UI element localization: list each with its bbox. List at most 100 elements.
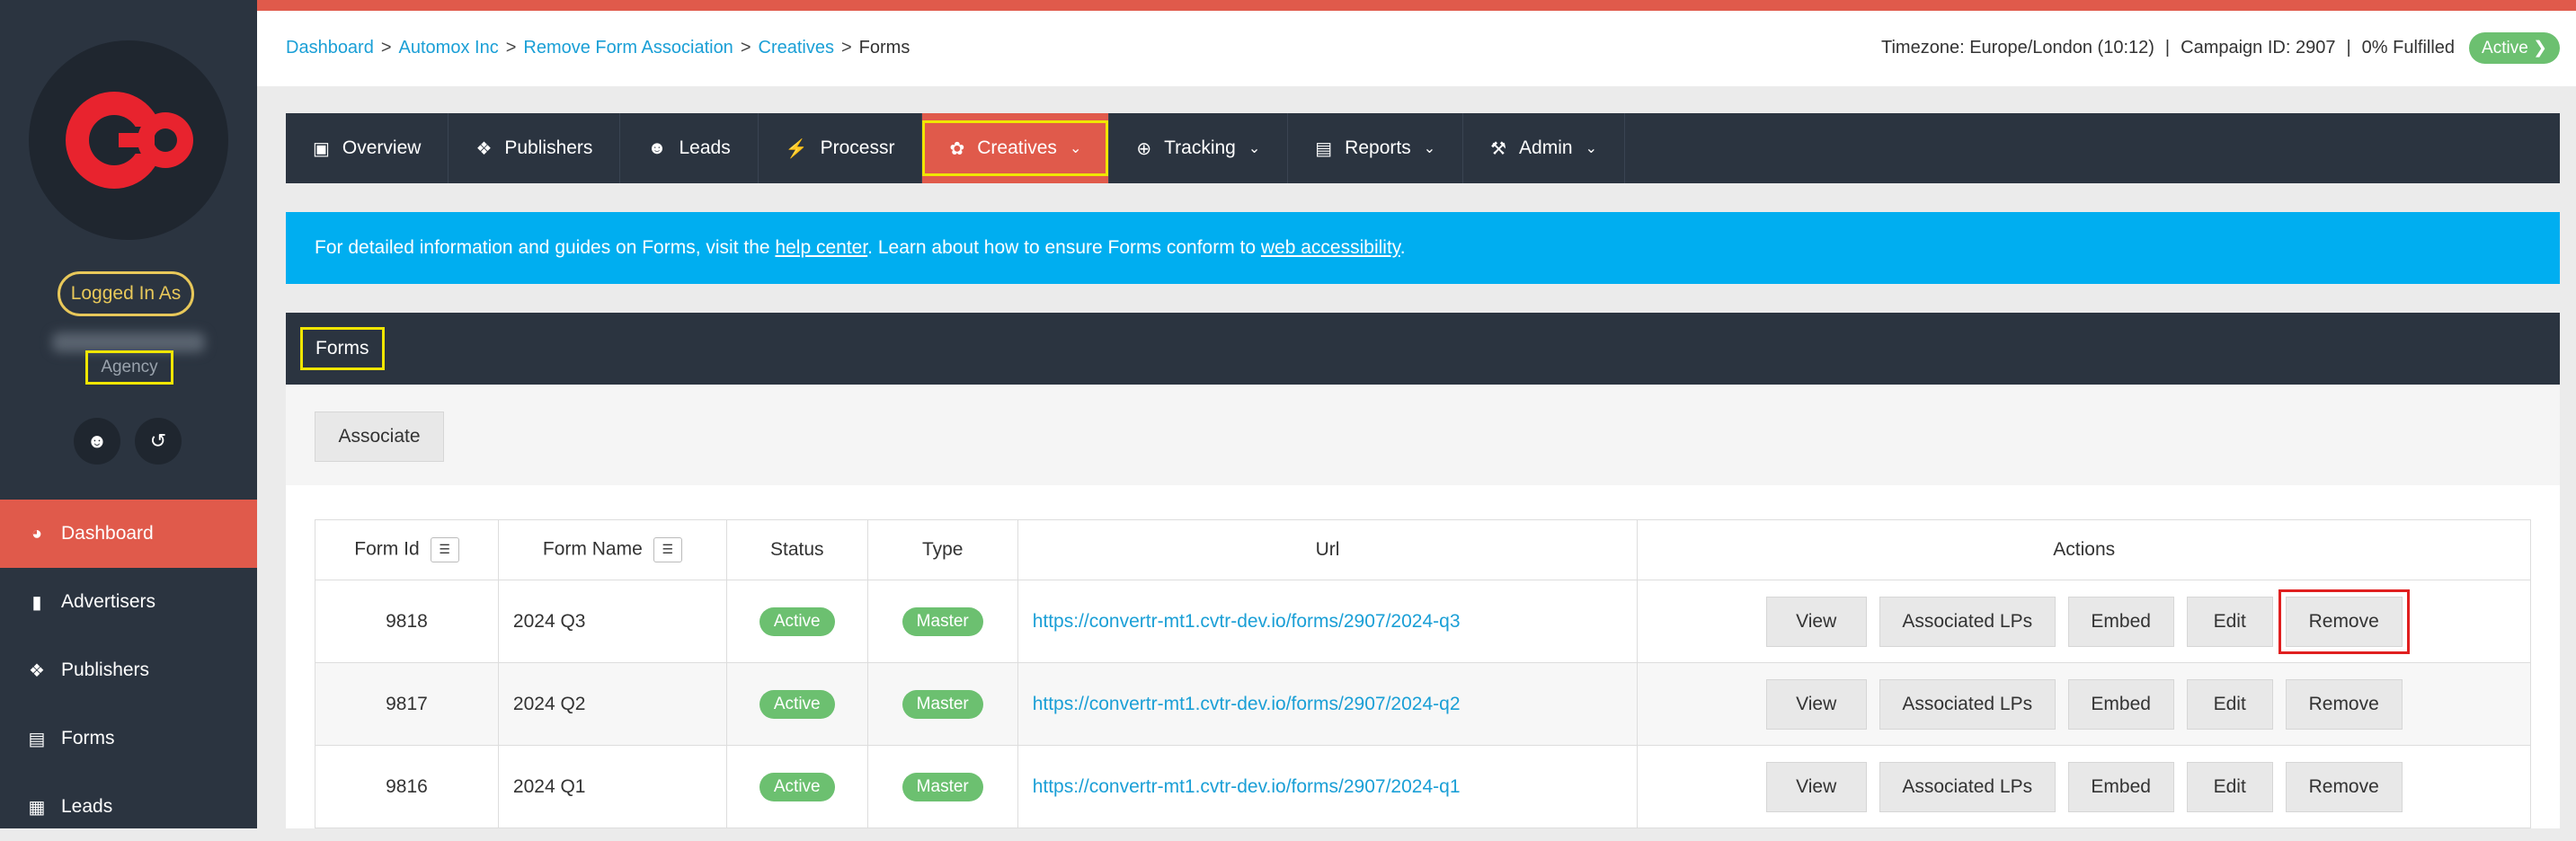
table-row: 9817 2024 Q2 Active Master https://conve… [315,662,2531,746]
associate-button[interactable]: Associate [315,412,444,462]
campaign-info: Timezone: Europe/London (10:12) | Campai… [1881,32,2560,64]
tab-admin[interactable]: ⚒ Admin ⌄ [1463,113,1625,183]
forms-toolbar: Associate [286,385,2560,485]
palette-icon: ✿ [949,138,965,159]
column-header-type: Type [866,519,1018,580]
chevron-down-icon: ❯ [2533,39,2547,58]
app-logo[interactable] [29,40,228,240]
breadcrumb-campaign[interactable]: Remove Form Association [523,38,733,58]
form-url-link[interactable]: https://convertr-mt1.cvtr-dev.io/forms/2… [1017,745,1639,828]
bolt-icon: ⚡ [785,138,808,159]
forms-table-container: Form Id ☰ Form Name ☰ Status Type Url Acti… [286,485,2560,828]
panel-title: Forms [300,327,385,370]
filter-icon[interactable]: ☰ [653,537,682,562]
form-url-link[interactable]: https://convertr-mt1.cvtr-dev.io/forms/2… [1017,580,1639,663]
remove-button[interactable]: Remove [2285,678,2403,730]
type-cell: Master [866,580,1018,663]
form-id-cell: 9817 [315,662,499,746]
tab-publishers[interactable]: ❖ Publishers [449,113,621,183]
sidebar-item-advertisers[interactable]: ▮ Advertisers [0,568,257,636]
campaign-status-dropdown[interactable]: Active ❯ [2469,32,2560,64]
tab-label: Processr [820,137,895,158]
status-cell: Active [725,662,868,746]
fulfilled-label: 0% Fulfilled [2361,38,2456,58]
tab-leads[interactable]: ☻ Leads [620,113,759,183]
remove-button[interactable]: Remove [2278,589,2410,654]
sidebar-item-leads[interactable]: ▦ Leads [0,773,257,841]
switch-account-icon[interactable]: ↺ [135,418,182,465]
tab-tracking[interactable]: ⊕ Tracking ⌄ [1109,113,1289,183]
embed-button[interactable]: Embed [2067,596,2174,647]
campaign-tab-nav: ▣ Overview ❖ Publishers ☻ Leads ⚡ Proces… [286,113,2560,183]
timezone-label: Timezone: Europe/London (10:12) [1881,38,2154,58]
publishers-icon: ❖ [29,660,45,681]
banner-text: . Learn about how to ensure Forms confor… [867,237,1261,258]
view-button[interactable]: View [1765,761,1867,812]
column-header-url: Url [1017,519,1639,580]
sidebar-item-label: Advertisers [61,591,156,612]
banner-text: . [1399,237,1406,258]
form-url-link[interactable]: https://convertr-mt1.cvtr-dev.io/forms/2… [1017,662,1639,746]
convertr-logo-icon [66,92,193,189]
associated-lps-button[interactable]: Associated LPs [1879,761,2056,812]
associated-lps-button[interactable]: Associated LPs [1879,678,2056,730]
tab-overview[interactable]: ▣ Overview [286,113,449,183]
breadcrumb-creatives[interactable]: Creatives [759,38,834,58]
form-name-cell: 2024 Q2 [497,662,727,746]
tab-reports[interactable]: ▤ Reports ⌄ [1288,113,1464,183]
breadcrumb-separator: > [740,38,751,58]
sidebar-item-publishers[interactable]: ❖ Publishers [0,636,257,704]
chevron-down-icon: ⌄ [1423,141,1436,156]
edit-button[interactable]: Edit [2186,761,2273,812]
username-redacted [52,332,205,352]
user-icon[interactable]: ☻ [74,418,120,465]
info-banner: For detailed information and guides on F… [286,212,2560,284]
edit-button[interactable]: Edit [2186,596,2273,647]
remove-button[interactable]: Remove [2285,761,2403,812]
sidebar-item-dashboard[interactable]: ◕ Dashboard [0,500,257,568]
sidebar-item-label: Publishers [61,660,150,680]
associated-lps-button[interactable]: Associated LPs [1879,596,2056,647]
actions-cell: View Associated LPs Embed Edit Remove [1637,580,2531,663]
form-id-cell: 9816 [315,745,499,828]
breadcrumb-current: Forms [858,38,910,58]
logged-in-as-button[interactable]: Logged In As [58,271,194,316]
breadcrumb-separator: > [840,38,852,58]
top-accent-stripe [257,0,2576,11]
table-header-row: Form Id ☰ Form Name ☰ Status Type Url Acti… [315,519,2531,580]
tab-processr[interactable]: ⚡ Processr [759,113,923,183]
type-cell: Master [866,745,1018,828]
tab-label: Leads [679,137,731,158]
sidebar-item-label: Dashboard [61,523,154,544]
sidebar-item-label: Leads [61,796,113,817]
help-center-link[interactable]: help center [775,237,867,258]
breadcrumb-dashboard[interactable]: Dashboard [286,38,374,58]
edit-button[interactable]: Edit [2186,678,2273,730]
web-accessibility-link[interactable]: web accessibility [1261,237,1400,258]
publishers-icon: ❖ [475,138,493,159]
view-button[interactable]: View [1765,678,1867,730]
column-header-status: Status [725,519,868,580]
breadcrumb-separator: > [505,38,517,58]
campaign-id-label: Campaign ID: 2907 [2181,38,2336,58]
info-divider: | [2164,38,2171,58]
crosshair-icon: ⊕ [1136,138,1152,159]
view-button[interactable]: View [1765,596,1867,647]
leads-icon: ☻ [647,137,667,158]
wrench-icon: ⚒ [1490,138,1507,159]
forms-icon: ▤ [28,729,46,749]
embed-button[interactable]: Embed [2067,678,2174,730]
filter-icon[interactable]: ☰ [430,537,459,562]
sidebar-nav: ◕ Dashboard ▮ Advertisers ❖ Publishers ▤… [0,500,257,841]
sidebar-item-forms[interactable]: ▤ Forms [0,704,257,773]
info-divider: | [2346,38,2351,58]
chevron-down-icon: ⌄ [1248,141,1261,156]
embed-button[interactable]: Embed [2067,761,2174,812]
sidebar-item-label: Forms [61,728,115,748]
tab-creatives[interactable]: ✿ Creatives ⌄ [922,113,1110,183]
table-row: 9818 2024 Q3 Active Master https://conve… [315,580,2531,663]
forms-panel-header: Forms [286,313,2560,385]
tab-label: Creatives [977,137,1057,158]
breadcrumb-advertiser[interactable]: Automox Inc [399,38,499,58]
tab-label: Admin [1519,137,1573,158]
